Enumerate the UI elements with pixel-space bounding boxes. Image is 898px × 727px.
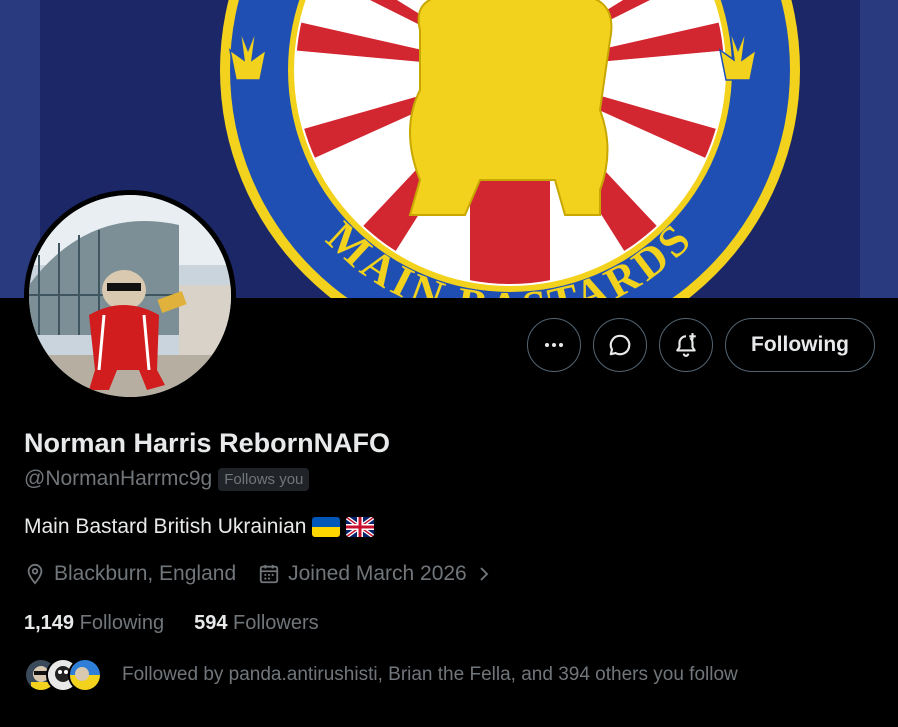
profile-avatar[interactable]	[24, 190, 236, 402]
bio-text: Main Bastard British Ukrainian	[24, 515, 307, 538]
more-options-button[interactable]	[527, 318, 582, 372]
followers-count-link[interactable]: 594 Followers	[194, 612, 319, 635]
bell-plus-icon	[676, 333, 696, 357]
ellipsis-icon	[545, 343, 564, 347]
followers-label: Followers	[233, 612, 319, 634]
chevron-right-icon	[480, 567, 489, 581]
display-name: Norman Harris RebornNAFO	[24, 428, 391, 458]
avatar-image	[29, 195, 231, 397]
location-text: Blackburn, England	[54, 562, 237, 585]
followed-by-avatars	[24, 658, 102, 692]
profile-bio: Main Bastard British Ukrainian	[24, 515, 375, 539]
followed-by-text: Followed by panda.antirushisti, Brian th…	[122, 664, 738, 685]
location-item: Blackburn, England	[24, 562, 236, 586]
location-pin-icon	[27, 563, 43, 585]
user-handle: @NormanHarrmc9g	[24, 467, 213, 490]
profile-stats: 1,149 Following 594 Followers	[24, 612, 349, 635]
notifications-button[interactable]	[659, 318, 714, 372]
message-button[interactable]	[593, 318, 648, 372]
followers-count: 594	[194, 612, 228, 634]
chat-bubble-icon	[609, 334, 631, 356]
following-count: 1,149	[24, 612, 75, 634]
profile-actions: Following	[527, 318, 875, 372]
joined-text: Joined March 2026	[288, 562, 467, 585]
ukraine-flag-icon	[312, 517, 341, 537]
calendar-icon	[259, 564, 279, 584]
handle-row: @NormanHarrmc9g Follows you	[24, 467, 310, 491]
follows-you-badge: Follows you	[218, 467, 310, 491]
uk-flag-icon	[346, 517, 375, 537]
following-label: Following	[79, 612, 165, 634]
following-count-link[interactable]: 1,149 Following	[24, 612, 164, 635]
follower-avatar	[68, 658, 102, 692]
followed-by-row[interactable]: Followed by panda.antirushisti, Brian th…	[24, 658, 738, 692]
profile-meta: Blackburn, England Joined March 2026	[24, 562, 515, 586]
joined-item[interactable]: Joined March 2026	[258, 562, 493, 586]
following-button[interactable]: Following	[725, 318, 875, 372]
